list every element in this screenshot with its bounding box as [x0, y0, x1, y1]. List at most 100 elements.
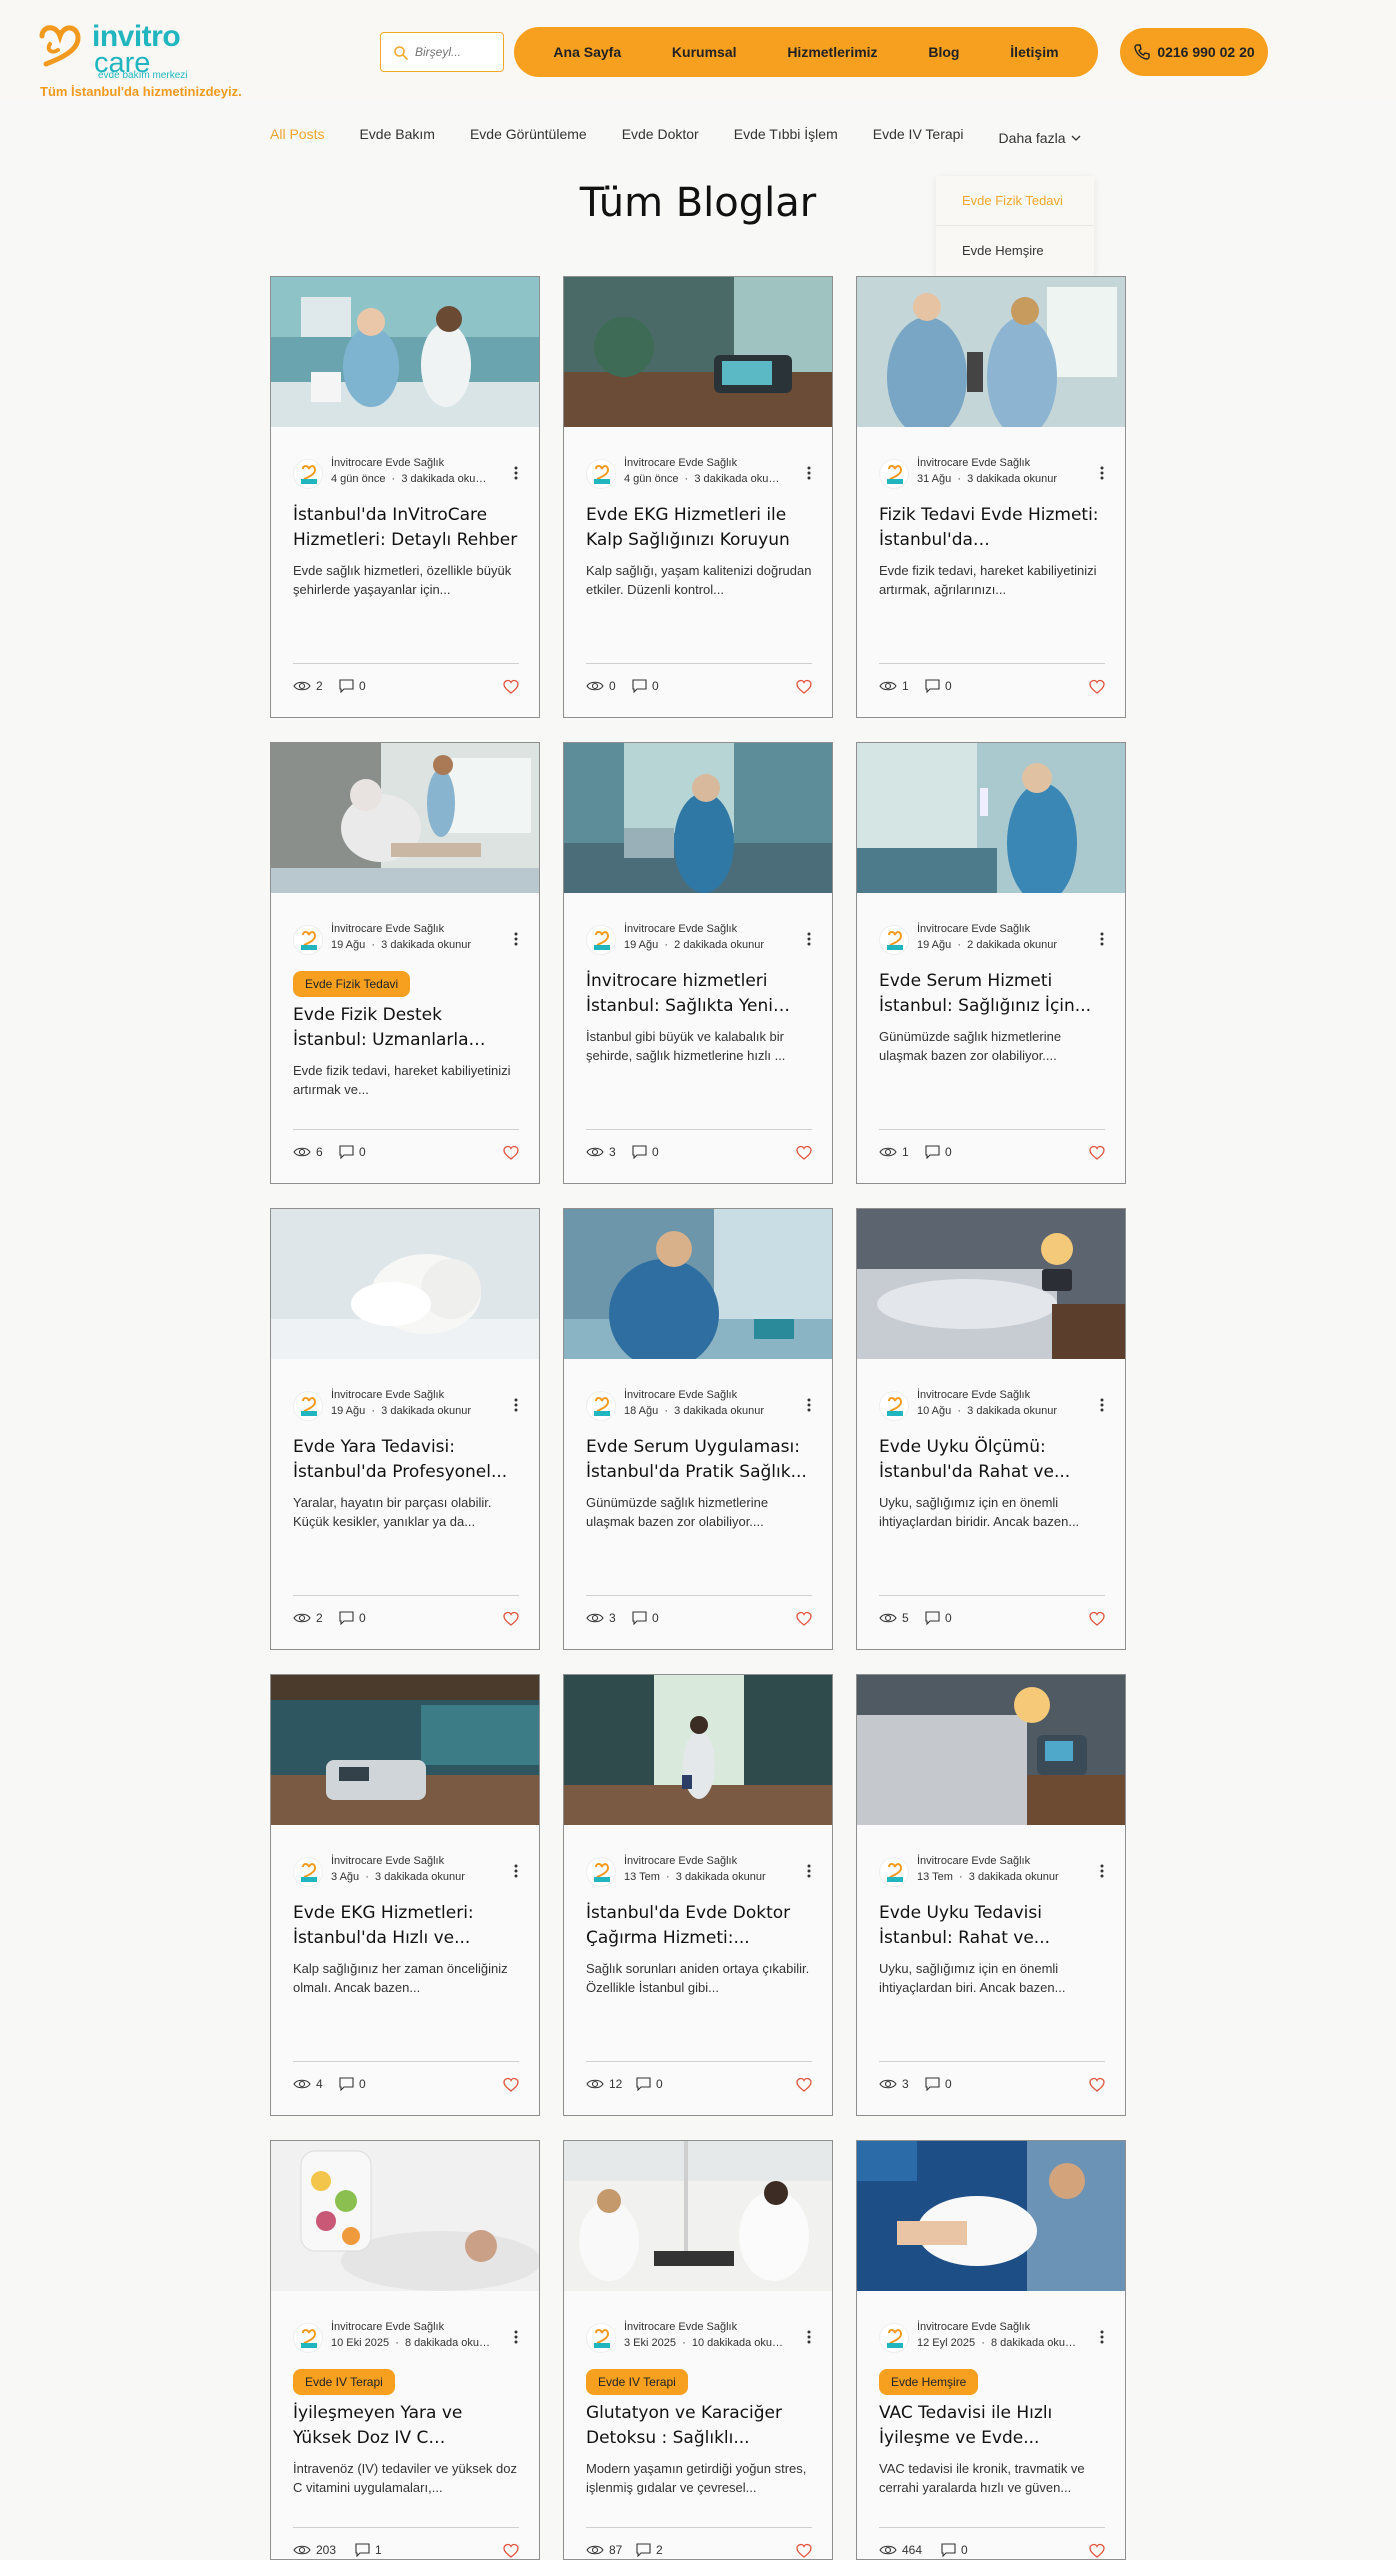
post-cover-image[interactable]	[271, 1209, 539, 1359]
like-heart-icon[interactable]	[503, 2077, 519, 2093]
category-badge[interactable]: Evde IV Terapi	[586, 2369, 688, 2395]
author-name[interactable]: İnvitrocare Evde Sağlık	[624, 2321, 737, 2333]
post-card[interactable]: İnvitrocare Evde Sağlık 3 Ağu · 3 dakikad…	[270, 1674, 540, 2116]
author-name[interactable]: İnvitrocare Evde Sağlık	[917, 1389, 1030, 1401]
comments-stat[interactable]: 0	[339, 1611, 366, 1625]
comments-stat[interactable]: 0	[941, 2543, 968, 2557]
comments-stat[interactable]: 0	[632, 1611, 659, 1625]
nav-contact[interactable]: İletişim	[1010, 44, 1058, 60]
like-heart-icon[interactable]	[1089, 1611, 1105, 1627]
post-card[interactable]: İnvitrocare Evde Sağlık 31 Ağu · 3 dakika…	[856, 276, 1126, 718]
more-options-icon[interactable]	[1095, 931, 1109, 947]
like-heart-icon[interactable]	[796, 1611, 812, 1627]
category-evde-iv-terapi[interactable]: Evde IV Terapi	[873, 126, 964, 150]
post-title[interactable]: Evde Fizik Destek İstanbul: Uzmanlarla S…	[293, 1003, 519, 1053]
author-name[interactable]: İnvitrocare Evde Sağlık	[917, 457, 1030, 469]
post-card[interactable]: İnvitrocare Evde Sağlık 10 Eki 2025 · 8 d…	[270, 2140, 540, 2560]
author-name[interactable]: İnvitrocare Evde Sağlık	[917, 1855, 1030, 1867]
comments-stat[interactable]: 0	[636, 2077, 663, 2091]
like-heart-icon[interactable]	[796, 679, 812, 695]
post-cover-image[interactable]	[857, 1675, 1125, 1825]
post-cover-image[interactable]	[564, 277, 832, 427]
author-name[interactable]: İnvitrocare Evde Sağlık	[624, 923, 737, 935]
more-options-icon[interactable]	[1095, 2329, 1109, 2345]
post-cover-image[interactable]	[857, 1209, 1125, 1359]
post-cover-image[interactable]	[271, 1675, 539, 1825]
more-options-icon[interactable]	[509, 1397, 523, 1413]
nav-services[interactable]: Hizmetlerimiz	[787, 44, 877, 60]
post-title[interactable]: Evde Serum Uygulaması: İstanbul'da Prati…	[586, 1435, 812, 1485]
nav-home[interactable]: Ana Sayfa	[553, 44, 621, 60]
comments-stat[interactable]: 2	[636, 2543, 663, 2557]
category-all-posts[interactable]: All Posts	[270, 126, 324, 150]
post-cover-image[interactable]	[271, 277, 539, 427]
post-title[interactable]: Fizik Tedavi Evde Hizmeti: İstanbul'da U…	[879, 503, 1105, 553]
avatar[interactable]	[293, 2323, 323, 2353]
like-heart-icon[interactable]	[796, 2543, 812, 2559]
avatar[interactable]	[586, 1391, 616, 1421]
search-box[interactable]	[380, 32, 504, 72]
author-name[interactable]: İnvitrocare Evde Sağlık	[624, 1855, 737, 1867]
post-title[interactable]: Evde EKG Hizmetleri ile Kalp Sağlığınızı…	[586, 503, 812, 553]
category-badge[interactable]: Evde Fizik Tedavi	[293, 971, 411, 997]
comments-stat[interactable]: 0	[925, 679, 952, 693]
post-title[interactable]: İstanbul'da Evde Doktor Çağırma Hizmeti:…	[586, 1901, 812, 1951]
author-name[interactable]: İnvitrocare Evde Sağlık	[624, 457, 737, 469]
author-name[interactable]: İnvitrocare Evde Sağlık	[331, 923, 444, 935]
avatar[interactable]	[586, 2323, 616, 2353]
post-card[interactable]: İnvitrocare Evde Sağlık 13 Tem · 3 dakika…	[563, 1674, 833, 2116]
post-cover-image[interactable]	[857, 743, 1125, 893]
avatar[interactable]	[879, 1391, 909, 1421]
post-card[interactable]: İnvitrocare Evde Sağlık 10 Ağu · 3 dakika…	[856, 1208, 1126, 1650]
like-heart-icon[interactable]	[1089, 2077, 1105, 2093]
category-more-button[interactable]: Daha fazla	[999, 126, 1082, 150]
more-options-icon[interactable]	[802, 1397, 816, 1413]
post-title[interactable]: Evde Uyku Ölçümü: İstanbul'da Rahat ve..…	[879, 1435, 1105, 1485]
avatar[interactable]	[879, 925, 909, 955]
avatar[interactable]	[879, 2323, 909, 2353]
like-heart-icon[interactable]	[1089, 679, 1105, 695]
post-card[interactable]: İnvitrocare Evde Sağlık 18 Ağu · 3 dakika…	[563, 1208, 833, 1650]
author-name[interactable]: İnvitrocare Evde Sağlık	[331, 1855, 444, 1867]
more-options-icon[interactable]	[509, 931, 523, 947]
category-badge[interactable]: Evde Hemşire	[879, 2369, 979, 2395]
post-card[interactable]: İnvitrocare Evde Sağlık 19 Ağu · 2 dakika…	[856, 742, 1126, 1184]
post-title[interactable]: VAC Tedavisi ile Hızlı İyileşme ve Evde.…	[879, 2401, 1105, 2451]
post-card[interactable]: İnvitrocare Evde Sağlık 4 gün önce · 3 da…	[270, 276, 540, 718]
author-name[interactable]: İnvitrocare Evde Sağlık	[331, 457, 444, 469]
avatar[interactable]	[586, 459, 616, 489]
post-cover-image[interactable]	[857, 277, 1125, 427]
post-card[interactable]: İnvitrocare Evde Sağlık 12 Eyl 2025 · 8 d…	[856, 2140, 1126, 2560]
more-options-icon[interactable]	[1095, 465, 1109, 481]
post-cover-image[interactable]	[271, 2141, 539, 2291]
author-name[interactable]: İnvitrocare Evde Sağlık	[331, 2321, 444, 2333]
comments-stat[interactable]: 1	[355, 2543, 382, 2557]
comments-stat[interactable]: 0	[339, 679, 366, 693]
comments-stat[interactable]: 0	[632, 679, 659, 693]
like-heart-icon[interactable]	[503, 2543, 519, 2559]
like-heart-icon[interactable]	[796, 1145, 812, 1161]
author-name[interactable]: İnvitrocare Evde Sağlık	[624, 1389, 737, 1401]
post-cover-image[interactable]	[564, 2141, 832, 2291]
comments-stat[interactable]: 0	[925, 1145, 952, 1159]
like-heart-icon[interactable]	[1089, 2543, 1105, 2559]
post-cover-image[interactable]	[857, 2141, 1125, 2291]
post-title[interactable]: Evde Uyku Tedavisi İstanbul: Rahat ve...	[879, 1901, 1105, 1951]
author-name[interactable]: İnvitrocare Evde Sağlık	[917, 2321, 1030, 2333]
search-input[interactable]	[415, 41, 499, 63]
post-title[interactable]: İnvitrocare hizmetleri İstanbul: Sağlıkt…	[586, 969, 812, 1019]
more-options-icon[interactable]	[802, 465, 816, 481]
post-title[interactable]: Evde Yara Tedavisi: İstanbul'da Profesyo…	[293, 1435, 519, 1485]
avatar[interactable]	[879, 459, 909, 489]
nav-corporate[interactable]: Kurumsal	[672, 44, 737, 60]
avatar[interactable]	[293, 1391, 323, 1421]
more-options-icon[interactable]	[1095, 1397, 1109, 1413]
post-card[interactable]: İnvitrocare Evde Sağlık 3 Eki 2025 · 10 d…	[563, 2140, 833, 2560]
post-cover-image[interactable]	[564, 1675, 832, 1825]
post-title[interactable]: Evde EKG Hizmetleri: İstanbul'da Hızlı v…	[293, 1901, 519, 1951]
post-title[interactable]: Evde Serum Hizmeti İstanbul: Sağlığınız …	[879, 969, 1105, 1019]
like-heart-icon[interactable]	[503, 1145, 519, 1161]
post-title[interactable]: İyileşmeyen Yara ve Yüksek Doz IV C Vita…	[293, 2401, 519, 2451]
avatar[interactable]	[293, 925, 323, 955]
category-evde-tibbi-islem[interactable]: Evde Tıbbi İşlem	[734, 126, 838, 150]
